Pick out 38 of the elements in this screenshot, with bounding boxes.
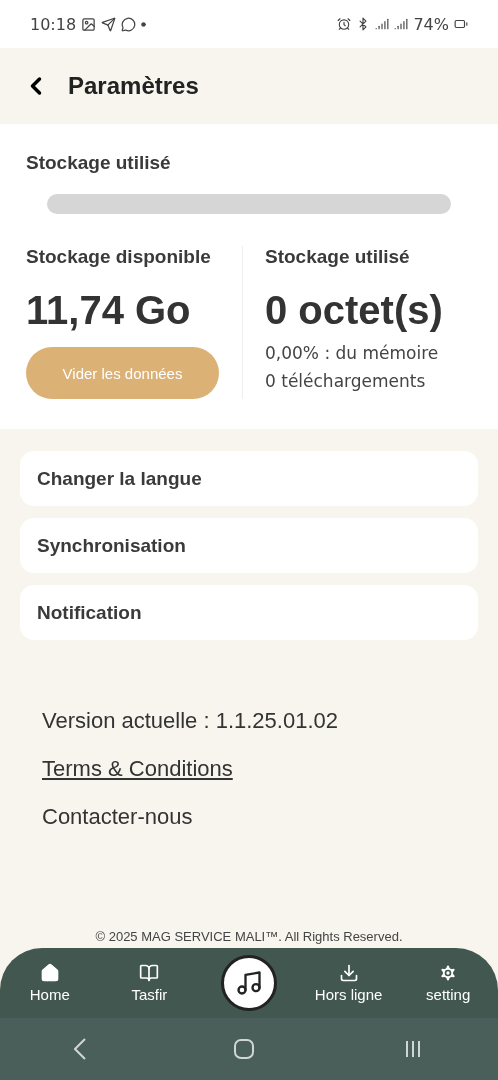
book-icon	[139, 963, 160, 983]
used-percent: 0,00% : du mémoire	[265, 342, 440, 365]
player-button[interactable]	[221, 955, 277, 1011]
nav-tab[interactable]: setting	[426, 963, 471, 1003]
download-icon	[338, 963, 359, 983]
home-button[interactable]	[233, 1038, 255, 1060]
back-button[interactable]	[73, 1038, 86, 1060]
alarm-icon	[337, 17, 352, 31]
settings-item[interactable]: Synchronisation	[20, 518, 478, 573]
chat-icon	[121, 16, 137, 32]
image-icon	[81, 16, 97, 32]
version-text: Version actuelle : 1.1.25.01.02	[42, 708, 339, 734]
signal-icon	[375, 17, 390, 31]
nav-tab[interactable]: Hors ligne	[314, 963, 383, 1003]
settings-item[interactable]: Notification	[20, 585, 478, 640]
available-label: Stockage disponible	[26, 246, 212, 268]
download-count: 0 téléchargements	[265, 370, 427, 393]
home-icon	[233, 1038, 255, 1060]
send-icon	[101, 16, 117, 32]
nav-tab[interactable]: Home	[29, 963, 70, 1003]
status-time: 10:18	[30, 14, 77, 34]
music-note-icon	[235, 969, 263, 997]
terms-link[interactable]: Terms & Conditions	[42, 756, 233, 782]
signal-icon	[394, 17, 409, 31]
used-label: Stockage utilisé	[265, 246, 411, 268]
dot-icon	[141, 21, 147, 27]
contact-link[interactable]: Contacter-nous	[42, 804, 456, 830]
battery-icon	[454, 17, 468, 31]
home-icon	[39, 963, 60, 983]
used-value: 0 octet(s)	[265, 288, 444, 333]
section-title: Stockage utilisé	[26, 152, 172, 174]
page-title: Paramètres	[68, 72, 199, 100]
copyright-text: © 2025 MAG SERVICE MALI™. All Rights Reserved.	[94, 929, 404, 944]
back-icon	[73, 1038, 86, 1060]
available-value: 11,74 Go	[26, 288, 192, 333]
settings-item[interactable]: Changer la langue	[20, 451, 478, 506]
nav-tab[interactable]: Tasfir	[131, 963, 168, 1003]
battery-level: 74%	[413, 14, 449, 34]
